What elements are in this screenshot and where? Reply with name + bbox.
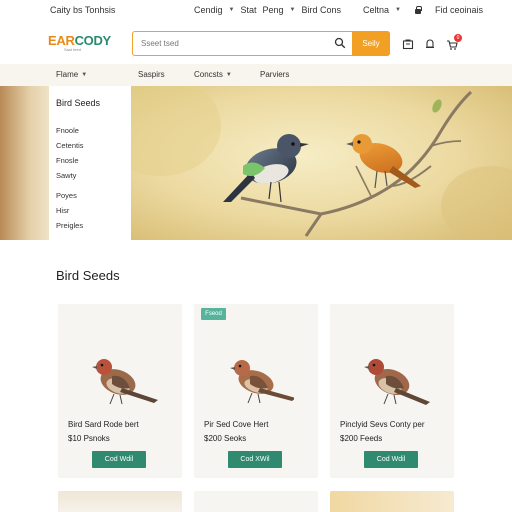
product-image (92, 359, 158, 405)
product-card[interactable]: Bird Sard Rode bert $10 Psnoks Cod Wdil (58, 304, 182, 478)
signin-link[interactable]: Fid ceoinais (435, 5, 483, 15)
product-name: Pinclyid Sevs Conty per (340, 420, 425, 429)
product-card[interactable]: Pinclyid Sevs Conty per $200 Feeds Cod W… (330, 304, 454, 478)
product-image (230, 360, 294, 404)
account-links: Celtna ▼ Fid ceoinais (363, 5, 483, 15)
product-badge: Fseod (201, 308, 226, 320)
hero-side-image (0, 86, 49, 240)
hero-banner-image (131, 86, 512, 240)
utility-link-2[interactable]: Stat (240, 5, 256, 15)
cart-count-badge: 0 (454, 34, 462, 42)
product-price: $200 Seoks (204, 434, 247, 443)
nav-item-2[interactable]: Saspirs (138, 70, 165, 79)
nav-item-label: Parviers (260, 70, 290, 79)
chevron-down-icon: ▼ (289, 7, 296, 13)
logo-text-b: CODY (74, 33, 112, 48)
search-button[interactable]: Seily (352, 30, 390, 56)
category-item[interactable]: Preigles (56, 221, 83, 230)
category-menu: Bird Seeds Fnoole Cetentis Fnosle Sawty … (49, 86, 131, 240)
nav-item-4[interactable]: Parviers (260, 70, 289, 79)
site-logo[interactable]: EARCODY Sast feed (48, 34, 111, 52)
nav-item-1[interactable]: Flame ▼ (56, 70, 87, 79)
cart-button[interactable]: 0 (446, 34, 462, 50)
utility-link-1[interactable]: Cendig (194, 5, 223, 15)
category-item[interactable]: Sawty (56, 171, 76, 180)
main-nav: Flame ▼ Saspirs Concsts ▼ Parviers (0, 64, 512, 86)
bag-icon[interactable] (402, 38, 414, 50)
utility-link-3[interactable]: Peng (263, 5, 284, 15)
product-card-partial[interactable] (58, 491, 182, 512)
category-item[interactable]: Fnoole (56, 126, 79, 135)
product-price: $200 Feeds (340, 434, 383, 443)
chevron-down-icon: ▼ (395, 7, 401, 13)
add-to-cart-button[interactable]: Cod Wdil (92, 451, 146, 468)
nav-item-label: Flame (56, 70, 79, 79)
logo-text-a: EAR (48, 33, 75, 48)
hero-section: Bird Seeds Fnoole Cetentis Fnosle Sawty … (0, 86, 512, 240)
utility-link-4[interactable]: Bird Cons (301, 5, 341, 15)
utility-bar: Caity bs Tonhsis Cendig ▼ Stat Peng ▼ Bi… (0, 0, 512, 22)
utility-tagline: Caity bs Tonhsis (50, 5, 116, 15)
chevron-down-icon: ▼ (228, 7, 235, 13)
lock-icon (414, 5, 422, 14)
category-item[interactable]: Cetentis (56, 141, 84, 150)
chevron-down-icon: ▼ (225, 71, 232, 78)
product-card-partial[interactable] (194, 491, 318, 512)
search-icon[interactable] (334, 37, 346, 49)
nav-item-label: Saspirs (138, 70, 165, 79)
product-image (364, 359, 430, 405)
header-icons: 0 (402, 34, 462, 50)
category-item[interactable]: Fnosle (56, 156, 79, 165)
category-item[interactable]: Hisr (56, 206, 69, 215)
add-to-cart-button[interactable]: Cod Wdil (364, 451, 418, 468)
product-card[interactable]: Fseod Pir Sed Cove Hert $200 Seoks Cod X… (194, 304, 318, 478)
product-name: Bird Sard Rode bert (68, 420, 139, 429)
product-card-partial[interactable] (330, 491, 454, 512)
category-menu-title: Bird Seeds (56, 98, 101, 108)
category-item[interactable]: Poyes (56, 191, 77, 200)
add-to-cart-button[interactable]: Cod XWil (228, 451, 282, 468)
search-bar: Seily (132, 30, 390, 56)
nav-item-label: Concsts (194, 70, 223, 79)
utility-links: Cendig ▼ Stat Peng ▼ Bird Cons (194, 5, 341, 15)
bell-icon[interactable] (424, 38, 436, 50)
account-link[interactable]: Celtna (363, 5, 389, 15)
nav-item-3[interactable]: Concsts ▼ (194, 70, 232, 79)
product-name: Pir Sed Cove Hert (204, 420, 269, 429)
section-title: Bird Seeds (56, 268, 120, 283)
chevron-down-icon: ▼ (81, 71, 88, 78)
site-header: EARCODY Sast feed Seily 0 (0, 22, 512, 64)
search-input[interactable] (141, 36, 321, 51)
product-price: $10 Psnoks (68, 434, 110, 443)
